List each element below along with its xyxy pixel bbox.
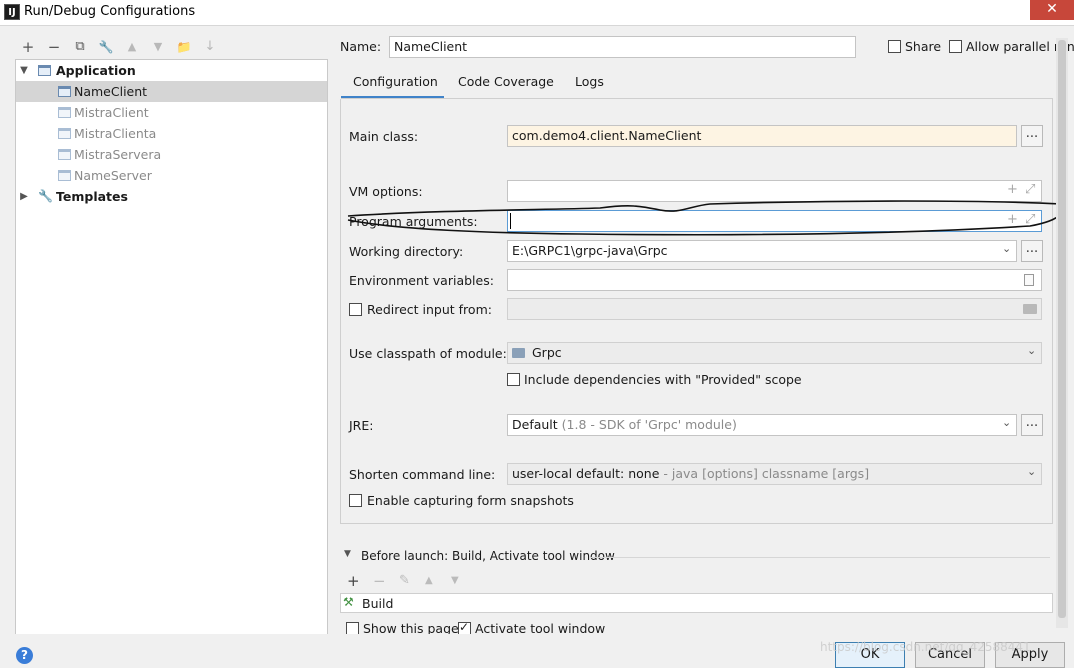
tree-group-label: Application [56,63,136,78]
tree-item-label: MistraServera [74,147,162,162]
application-icon [58,149,71,160]
application-icon [58,128,71,139]
chevron-down-icon[interactable]: ⌄ [1027,344,1036,357]
remove-icon[interactable]: − [45,38,63,56]
tree-item-label: MistraClient [74,105,149,120]
scrollbar-thumb[interactable] [1058,40,1066,618]
tree-group-templates[interactable]: ▶ 🔧 Templates [16,186,327,207]
shorten-command-line-label: Shorten command line: [349,467,496,482]
environment-variables-label: Environment variables: [349,273,494,288]
shorten-value: user-local default: none [512,466,660,481]
chevron-down-icon[interactable]: ⌄ [1002,416,1011,429]
tree-item-mistraclient[interactable]: MistraClient [16,102,327,123]
build-task-label: Build [362,596,394,611]
application-icon [58,86,71,97]
configuration-tree[interactable]: ▼ Application NameClient MistraClient Mi… [15,59,328,635]
hammer-icon: ⚒ [343,595,354,609]
application-icon [58,170,71,181]
classpath-module-label: Use classpath of module: [349,346,507,361]
tab-code-coverage[interactable]: Code Coverage [458,70,554,98]
working-directory-input[interactable]: E:\GRPC1\grpc-java\Grpc [507,240,1017,262]
tab-configuration[interactable]: Configuration [353,70,438,98]
tree-group-application[interactable]: ▼ Application [16,60,327,81]
folder-icon[interactable] [1023,304,1037,314]
share-checkbox[interactable] [888,40,901,53]
tree-item-mistraservera[interactable]: MistraServera [16,144,327,165]
move-down-icon[interactable]: ▼ [149,38,167,56]
shorten-command-line-select[interactable]: user-local default: none - java [options… [507,463,1042,485]
enable-snapshots-checkbox[interactable] [349,494,362,507]
include-dependencies-checkbox[interactable] [507,373,520,386]
jre-select[interactable]: Default (1.8 - SDK of 'Grpc' module) [507,414,1017,436]
tree-item-nameserver[interactable]: NameServer [16,165,327,186]
main-class-label: Main class: [349,129,419,144]
watermark: https://blog.csdn.net/qq_42588441 [820,640,1031,654]
copy-icon[interactable]: ⧉ [71,38,89,56]
document-icon[interactable] [1024,274,1034,286]
tree-item-label: MistraClienta [74,126,157,141]
application-icon [38,65,51,76]
environment-variables-input[interactable] [507,269,1042,291]
application-icon [58,107,71,118]
chevron-down-icon[interactable]: ⌄ [1002,242,1011,255]
share-label: Share [905,39,942,54]
jre-hint: (1.8 - SDK of 'Grpc' module) [561,417,737,432]
hand-drawn-annotation [347,200,1066,236]
browse-working-directory-button[interactable]: ... [1021,240,1043,262]
before-launch-list[interactable] [340,593,1053,613]
allow-parallel-checkbox[interactable] [949,40,962,53]
collapse-arrow-icon[interactable]: ▼ [344,549,351,559]
browse-main-class-button[interactable]: ... [1021,125,1043,147]
templates-label: Templates [56,189,128,204]
enable-snapshots-label: Enable capturing form snapshots [367,493,574,508]
main-class-input[interactable]: com.demo4.client.NameClient [507,125,1017,147]
move-task-down-icon[interactable]: ▼ [451,575,459,586]
add-task-icon[interactable]: + [347,572,360,590]
shorten-hint: - java [options] classname [args] [663,466,870,481]
tree-item-nameclient[interactable]: NameClient [16,81,327,102]
name-input[interactable]: NameClient [389,36,856,58]
module-folder-icon [512,348,525,358]
wrench-icon: 🔧 [38,189,53,203]
folder-icon[interactable]: 📁 [175,38,193,56]
jre-label: JRE: [349,418,374,433]
browse-jre-button[interactable]: ... [1021,414,1043,436]
intellij-icon: IJ [4,4,20,20]
include-dependencies-label: Include dependencies with "Provided" sco… [524,372,802,387]
classpath-module-select[interactable]: Grpc [507,342,1042,364]
move-task-up-icon[interactable]: ▲ [425,575,433,586]
tree-item-mistraclienta[interactable]: MistraClienta [16,123,327,144]
remove-task-icon[interactable]: − [373,572,386,590]
wrench-icon[interactable]: 🔧 [97,38,115,56]
before-launch-separator [590,557,1050,558]
tab-logs[interactable]: Logs [575,70,604,98]
name-label: Name: [340,39,382,54]
help-icon[interactable]: ? [16,647,33,664]
redirect-input-label: Redirect input from: [367,302,492,317]
add-icon[interactable]: + [19,38,37,56]
sort-icon[interactable]: ↓ [201,38,219,56]
tree-item-label: NameClient [74,84,148,99]
jre-value: Default [512,417,558,432]
redirect-input-checkbox[interactable] [349,303,362,316]
window-title: Run/Debug Configurations [24,4,196,19]
edit-task-icon[interactable]: ✎ [399,573,410,588]
working-directory-label: Working directory: [349,244,464,259]
tree-item-label: NameServer [74,168,152,183]
move-up-icon[interactable]: ▲ [123,38,141,56]
redirect-input-field[interactable] [507,298,1042,320]
close-button[interactable]: ✕ [1030,0,1074,20]
before-launch-header: Before launch: Build, Activate tool wind… [361,549,615,563]
chevron-down-icon[interactable]: ⌄ [1027,465,1036,478]
chevron-down-icon[interactable]: ▼ [18,60,30,81]
chevron-right-icon[interactable]: ▶ [18,186,30,207]
